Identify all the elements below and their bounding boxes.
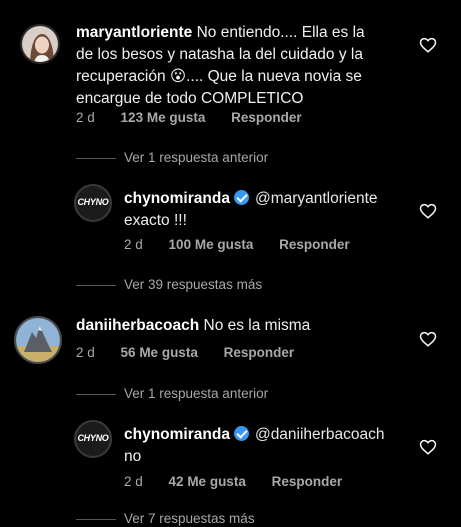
comment-body: maryantloriente No entiendo.... Ella es … bbox=[76, 22, 406, 110]
comment-text-line3b: .... Que la nueva novia se bbox=[186, 68, 362, 85]
emoji-surprised-icon: 😮 bbox=[169, 68, 187, 85]
reply-username[interactable]: chynomiranda bbox=[124, 426, 230, 443]
avatar-chynomiranda[interactable]: CHYNO bbox=[74, 420, 112, 458]
view-replies-toggle[interactable]: Ver 1 respuesta anterior bbox=[76, 386, 268, 401]
comment-meta: 2 d 123 Me gusta Responder bbox=[76, 110, 324, 125]
verified-badge-icon bbox=[233, 190, 249, 205]
heart-icon[interactable] bbox=[419, 36, 437, 54]
reply-username[interactable]: chynomiranda bbox=[124, 190, 230, 207]
heart-icon[interactable] bbox=[419, 330, 437, 348]
comment-username[interactable]: daniiherbacoach bbox=[76, 317, 199, 334]
view-replies-label: Ver 1 respuesta anterior bbox=[124, 386, 269, 401]
reply-meta: 2 d 100 Me gusta Responder bbox=[124, 237, 372, 252]
view-replies-toggle[interactable]: Ver 1 respuesta anterior bbox=[76, 150, 268, 165]
avatar-chynomiranda[interactable]: CHYNO bbox=[74, 184, 112, 222]
reply-time: 2 d bbox=[124, 474, 143, 489]
reply-meta: 2 d 42 Me gusta Responder bbox=[124, 474, 364, 489]
thread-line bbox=[76, 284, 116, 286]
reply-button[interactable]: Responder bbox=[231, 110, 302, 125]
reply-likes[interactable]: 100 Me gusta bbox=[169, 237, 254, 252]
mountain-avatar-icon bbox=[16, 318, 60, 362]
comment-likes[interactable]: 123 Me gusta bbox=[121, 110, 206, 125]
view-more-replies-toggle[interactable]: Ver 7 respuestas más bbox=[76, 511, 255, 526]
woman-avatar-icon bbox=[22, 26, 58, 62]
reply-mention[interactable]: @daniiherbacoach bbox=[255, 426, 385, 443]
reply-text: no bbox=[124, 448, 142, 465]
verified-badge-icon bbox=[233, 426, 249, 441]
avatar-maryantloriente[interactable] bbox=[20, 24, 60, 64]
view-more-replies-label: Ver 7 respuestas más bbox=[124, 511, 255, 526]
thread-line bbox=[76, 518, 116, 520]
comment-text-line2: de los besos y natasha la del cuidado y … bbox=[76, 46, 363, 63]
comment-text-line1: No entiendo.... Ella es la bbox=[196, 24, 365, 41]
chyno-logo-icon: CHYNO bbox=[77, 197, 109, 207]
avatar-daniiherbacoach[interactable] bbox=[14, 316, 62, 364]
comment-time: 2 d bbox=[76, 110, 95, 125]
reply-body: chynomiranda @maryantloriente exacto !!! bbox=[124, 188, 424, 232]
thread-line bbox=[76, 393, 116, 395]
view-replies-label: Ver 1 respuesta anterior bbox=[124, 150, 269, 165]
heart-icon[interactable] bbox=[419, 202, 437, 220]
heart-icon[interactable] bbox=[419, 438, 437, 456]
view-more-replies-label: Ver 39 respuestas más bbox=[124, 277, 263, 292]
reply-button[interactable]: Responder bbox=[279, 237, 350, 252]
comment-username[interactable]: maryantloriente bbox=[76, 24, 192, 41]
reply-time: 2 d bbox=[124, 237, 143, 252]
reply-button[interactable]: Responder bbox=[224, 345, 295, 360]
view-more-replies-toggle[interactable]: Ver 39 respuestas más bbox=[76, 277, 262, 292]
comment-body: daniiherbacoach No es la misma bbox=[76, 315, 406, 337]
comment-time: 2 d bbox=[76, 345, 95, 360]
reply-body: chynomiranda @daniiherbacoach no bbox=[124, 424, 424, 468]
thread-line bbox=[76, 157, 116, 159]
comment-text-line3a: recuperación bbox=[76, 68, 166, 85]
comment-likes[interactable]: 56 Me gusta bbox=[121, 345, 198, 360]
reply-likes[interactable]: 42 Me gusta bbox=[169, 474, 246, 489]
reply-text: exacto !!! bbox=[124, 212, 187, 229]
comment-text-line4: encargue de todo COMPLETICO bbox=[76, 90, 304, 107]
comment-text: No es la misma bbox=[203, 317, 311, 334]
reply-button[interactable]: Responder bbox=[272, 474, 343, 489]
chyno-logo-icon: CHYNO bbox=[77, 433, 109, 443]
reply-mention[interactable]: @maryantloriente bbox=[255, 190, 378, 207]
comment-meta: 2 d 56 Me gusta Responder bbox=[76, 345, 316, 360]
